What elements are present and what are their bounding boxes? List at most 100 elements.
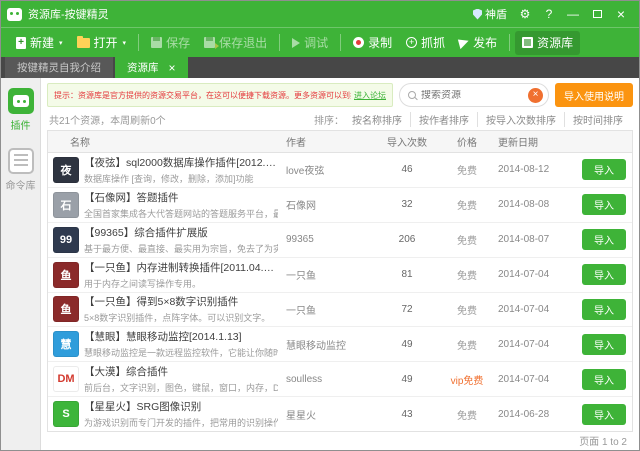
sidebar-item-command-library[interactable]: 命令库 <box>6 148 36 192</box>
table-row[interactable]: DM 【大漠】综合插件 前后台，文字识别，图色，键鼠，窗口，内存，DX，Call… <box>48 362 632 397</box>
settings-button[interactable]: ⚙ <box>513 1 537 27</box>
resource-library-button[interactable]: 资源库 <box>515 31 580 55</box>
publish-button[interactable]: 发布 <box>452 31 504 55</box>
new-button-label: 新建 <box>30 34 54 51</box>
resource-import-count: 43 <box>378 409 436 420</box>
import-button[interactable]: 导入 <box>582 229 626 250</box>
clear-icon: × <box>533 90 539 100</box>
import-button[interactable]: 导入 <box>582 369 626 390</box>
shield-badge-button[interactable]: 神盾 <box>467 1 513 27</box>
import-button[interactable]: 导入 <box>582 159 626 180</box>
table-row[interactable]: S 【星星火】SRG图像识别 为游戏识别而专门开发的插件，把常用的识别操作进行分… <box>48 397 632 431</box>
resource-price: 免费 <box>436 197 498 212</box>
resource-price: 免费 <box>436 232 498 247</box>
tab-resource-library[interactable]: 资源库 × <box>115 57 188 78</box>
top-bar: 提示：资源库是官方提供的资源交易平台，在这可以便捷下载资源。更多资源可以到按键精… <box>47 83 633 107</box>
grab-button-label: 抓抓 <box>421 34 445 51</box>
resource-name-cell: 【大漠】综合插件 前后台，文字识别，图色，键鼠，窗口，内存，DX，Call <box>84 364 286 394</box>
publish-button-label: 发布 <box>473 34 497 51</box>
resource-description: 为游戏识别而专门开发的插件，把常用的识别操作进行分类和整理。 <box>84 416 278 429</box>
tab-close-icon[interactable]: × <box>169 62 176 74</box>
sort-by-author[interactable]: 按作者排序 <box>410 112 477 127</box>
maximize-button[interactable] <box>585 1 609 27</box>
search-input[interactable] <box>421 90 523 101</box>
notice-text: 提示：资源库是官方提供的资源交易平台，在这可以便捷下载资源。更多资源可以到按键精… <box>54 90 351 101</box>
sort-bar: 排序： 按名称排序 按作者排序 按导入次数排序 按时间排序 <box>314 112 631 127</box>
resource-update-date: 2014-08-08 <box>498 199 576 210</box>
resource-description: 全国首家集成各大代答题网站的答题服务平台，最稳定、最高效率、性 <box>84 207 278 220</box>
sort-by-name[interactable]: 按名称排序 <box>344 112 410 127</box>
sidebar-item-plugins[interactable]: 插件 <box>8 88 34 132</box>
resource-price: 免费 <box>436 162 498 177</box>
search-clear-button[interactable]: × <box>528 88 543 103</box>
save-exit-button[interactable]: 保存退出 <box>197 31 274 55</box>
resource-import-count: 46 <box>378 164 436 175</box>
import-button[interactable]: 导入 <box>582 194 626 215</box>
resource-price: 免费 <box>436 267 498 282</box>
table-row[interactable]: 99 【99365】综合插件扩展版 基于最方便、最直接、最实用为宗旨，免去了为实… <box>48 223 632 258</box>
maximize-icon <box>593 10 602 18</box>
resource-update-date: 2014-08-12 <box>498 164 576 175</box>
resource-import-count: 49 <box>378 374 436 385</box>
resource-price: 免费 <box>436 407 498 422</box>
table-row[interactable]: 鱼 【一只鱼】得到5×8数字识别插件 5×8数字识别插件，点阵字体。可以识别文字… <box>48 293 632 328</box>
chevron-down-icon: ▾ <box>59 39 63 47</box>
save-exit-button-label: 保存退出 <box>219 34 267 51</box>
resource-plugin-icon: 鱼 <box>53 262 79 288</box>
save-button[interactable]: 保存 <box>144 31 197 55</box>
toolbar: 新建 ▾ 打开 ▾ 保存 保存退出 调试 录制 抓抓 <box>1 27 639 57</box>
resource-title: 【夜弦】sql2000数据库操作插件[2012.3.5] <box>84 155 278 170</box>
question-icon: ? <box>546 7 553 21</box>
body: 插件 命令库 提示：资源库是官方提供的资源交易平台，在这可以便捷下载资源。更多资… <box>1 78 639 450</box>
table-row[interactable]: 慧 【慧眼】慧眼移动监控[2014.1.13] 慧眼移动监控是一款远程监控软件，… <box>48 327 632 362</box>
resource-title: 【一只鱼】得到5×8数字识别插件 <box>84 294 278 309</box>
table-row[interactable]: 鱼 【一只鱼】内存进制转换插件[2011.04.13] 用于内存之间读写操作专用… <box>48 258 632 293</box>
column-header-price: 价格 <box>436 134 498 149</box>
table-row[interactable]: 夜 【夜弦】sql2000数据库操作插件[2012.3.5] 数据库操作 [查询… <box>48 153 632 188</box>
import-button[interactable]: 导入 <box>582 264 626 285</box>
resource-icon-cell: 夜 <box>48 157 84 183</box>
resource-icon-cell: 99 <box>48 227 84 253</box>
resource-price: vip免费 <box>436 372 498 387</box>
resource-name-cell: 【99365】综合插件扩展版 基于最方便、最直接、最实用为宗旨，免去了为实现一个… <box>84 225 286 255</box>
resource-title: 【慧眼】慧眼移动监控[2014.1.13] <box>84 329 278 344</box>
close-button[interactable]: × <box>609 1 633 27</box>
resource-action-cell: 导入 <box>576 404 632 425</box>
resource-update-date: 2014-07-04 <box>498 269 576 280</box>
resource-action-cell: 导入 <box>576 229 632 250</box>
sort-label: 排序： <box>314 112 344 127</box>
folder-icon <box>77 38 90 48</box>
debug-button[interactable]: 调试 <box>285 31 335 55</box>
resource-import-count: 206 <box>378 234 436 245</box>
command-library-icon <box>8 148 34 174</box>
tab-intro[interactable]: 按键精灵自我介绍 <box>5 57 113 78</box>
resource-table: 名称 作者 导入次数 价格 更新日期 夜 <box>47 130 633 432</box>
resource-description: 前后台，文字识别，图色，键鼠，窗口，内存，DX，Call <box>84 381 278 394</box>
record-button[interactable]: 录制 <box>346 31 399 55</box>
import-button[interactable]: 导入 <box>582 404 626 425</box>
save-button-label: 保存 <box>166 34 190 51</box>
table-row[interactable]: 石 【石像网】答题插件 全国首家集成各大代答题网站的答题服务平台，最稳定、最高效… <box>48 188 632 223</box>
forum-link[interactable]: 进入论坛 <box>354 90 386 101</box>
resource-icon-cell: S <box>48 401 84 427</box>
tabbar: 按键精灵自我介绍 资源库 × <box>1 57 639 78</box>
sort-by-imports[interactable]: 按导入次数排序 <box>477 112 564 127</box>
resource-author: 星星火 <box>286 407 378 422</box>
grab-button[interactable]: 抓抓 <box>399 31 452 55</box>
import-button[interactable]: 导入 <box>582 334 626 355</box>
help-button[interactable]: ? <box>537 1 561 27</box>
toolbar-separator <box>509 34 510 51</box>
import-button[interactable]: 导入 <box>582 299 626 320</box>
sort-by-time[interactable]: 按时间排序 <box>564 112 631 127</box>
import-guide-button[interactable]: 导入使用说明 <box>555 83 633 107</box>
app-logo-robot-icon <box>7 8 22 21</box>
save-exit-icon <box>204 37 215 48</box>
save-disk-icon <box>151 37 162 48</box>
minimize-button[interactable]: — <box>561 1 585 27</box>
resource-title: 【石像网】答题插件 <box>84 190 278 205</box>
resource-icon-cell: DM <box>48 366 84 392</box>
chevron-down-icon: ▾ <box>123 39 127 47</box>
open-button[interactable]: 打开 ▾ <box>70 31 134 55</box>
new-button[interactable]: 新建 ▾ <box>9 31 70 55</box>
open-button-label: 打开 <box>94 34 118 51</box>
